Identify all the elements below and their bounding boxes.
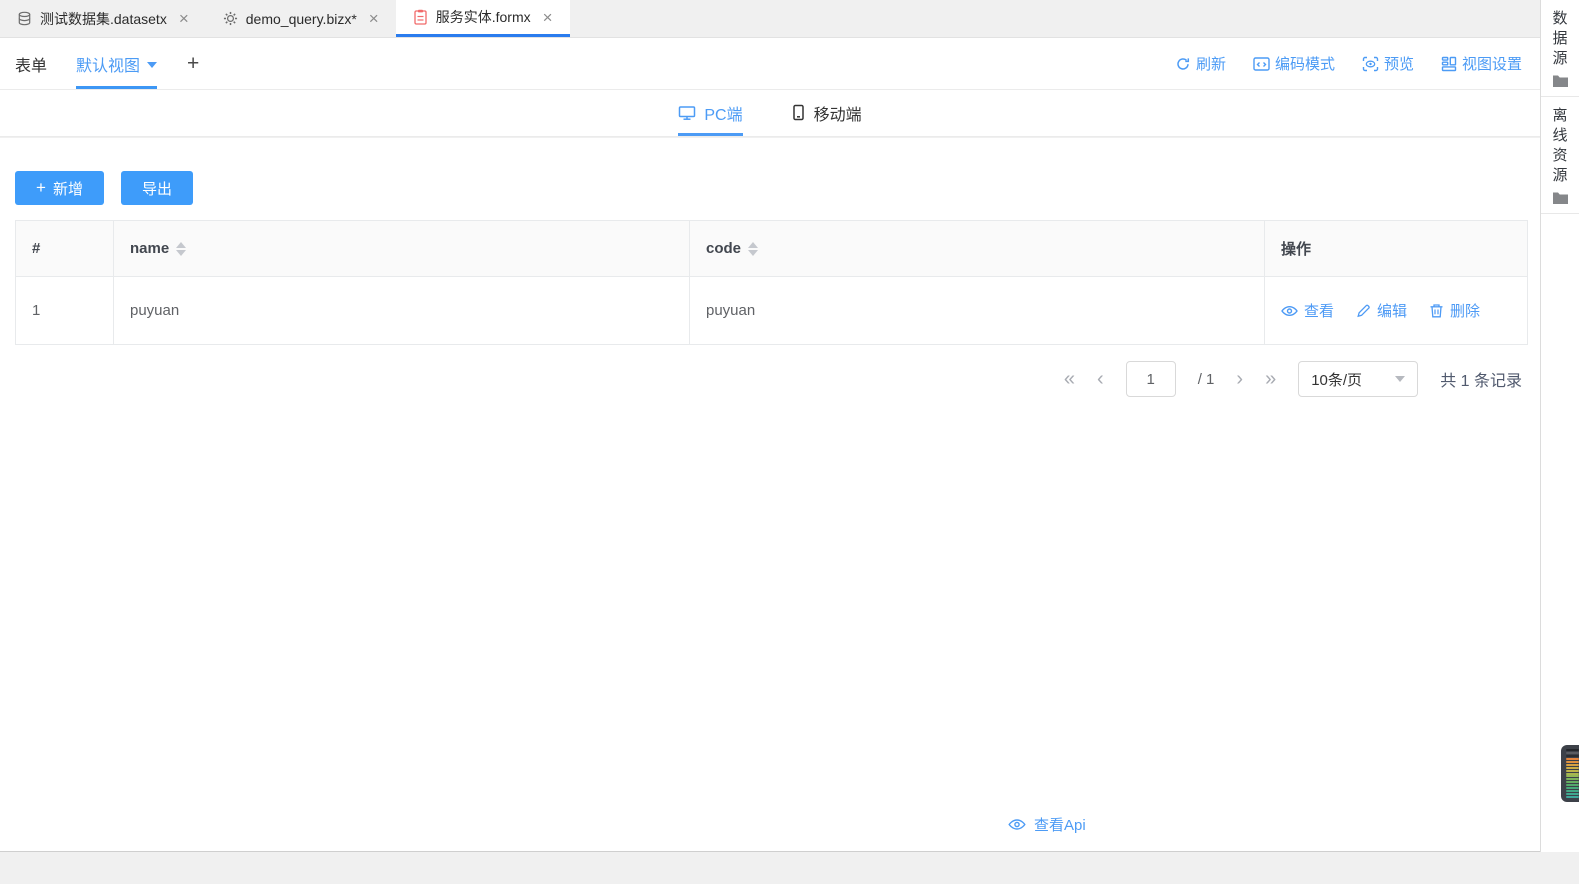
offline-resources-label: 离线资源 bbox=[1552, 106, 1569, 186]
view-row-link[interactable]: 查看 bbox=[1281, 300, 1334, 321]
close-icon[interactable]: × bbox=[369, 10, 379, 27]
tab-form-file[interactable]: 服务实体.formx × bbox=[396, 0, 570, 37]
column-header-name-label: name bbox=[130, 240, 169, 257]
refresh-button[interactable]: 刷新 bbox=[1175, 53, 1226, 74]
export-button-label: 导出 bbox=[142, 178, 172, 199]
form-icon bbox=[413, 9, 428, 25]
tab-label: 服务实体.formx bbox=[436, 7, 531, 27]
device-tab-bar: PC端 移动端 bbox=[0, 90, 1540, 137]
eye-icon bbox=[1281, 304, 1298, 318]
view-api-link[interactable]: 查看Api bbox=[1008, 814, 1086, 835]
file-tab-bar: 测试数据集.datasetx × demo_query.bizx* × 服务实体… bbox=[0, 0, 1540, 38]
form-mode-label: 表单 bbox=[15, 38, 47, 89]
last-page-button[interactable]: » bbox=[1265, 369, 1276, 389]
view-settings-label: 视图设置 bbox=[1462, 53, 1522, 74]
preview-icon bbox=[1362, 56, 1379, 72]
eye-icon bbox=[1008, 817, 1026, 832]
close-icon[interactable]: × bbox=[543, 9, 553, 26]
datasource-label: 数据源 bbox=[1552, 9, 1569, 69]
cell-name: puyuan bbox=[114, 277, 690, 345]
folder-icon bbox=[1552, 186, 1569, 205]
cell-code: puyuan bbox=[690, 277, 1265, 345]
edit-row-link[interactable]: 编辑 bbox=[1356, 300, 1407, 321]
trash-icon bbox=[1429, 303, 1444, 319]
prev-page-button[interactable]: ‹ bbox=[1097, 369, 1104, 389]
database-icon bbox=[17, 11, 32, 26]
view-api-label: 查看Api bbox=[1034, 814, 1086, 835]
sidebar-item-datasource[interactable]: 数据源 bbox=[1541, 0, 1579, 97]
add-button-label: 新增 bbox=[53, 178, 83, 199]
sort-icon bbox=[748, 242, 758, 256]
edit-row-label: 编辑 bbox=[1377, 300, 1407, 321]
chevron-down-icon bbox=[1395, 376, 1405, 382]
tab-dataset-file[interactable]: 测试数据集.datasetx × bbox=[0, 0, 206, 37]
editor-main: 测试数据集.datasetx × demo_query.bizx* × 服务实体… bbox=[0, 0, 1540, 884]
table-row: 1 puyuan puyuan 查看 bbox=[16, 277, 1528, 345]
minimap-scroll-widget[interactable] bbox=[1561, 745, 1579, 802]
add-view-button[interactable]: + bbox=[187, 38, 199, 89]
data-table: # name code 操作 bbox=[15, 220, 1528, 345]
column-header-code-label: code bbox=[706, 240, 741, 257]
view-settings-button[interactable]: 视图设置 bbox=[1441, 53, 1522, 74]
column-header-index: # bbox=[16, 221, 114, 277]
folder-icon bbox=[1552, 69, 1569, 88]
page-number-input[interactable] bbox=[1126, 361, 1176, 397]
view-settings-icon bbox=[1441, 56, 1457, 72]
right-sidebar: 数据源 离线资源 bbox=[1540, 0, 1579, 852]
table-action-buttons: + 新增 导出 bbox=[0, 138, 1540, 205]
first-page-button[interactable]: « bbox=[1064, 369, 1075, 389]
table-header-row: # name code 操作 bbox=[16, 221, 1528, 277]
tab-mobile-label: 移动端 bbox=[814, 101, 862, 125]
tab-query-file[interactable]: demo_query.bizx* × bbox=[206, 0, 396, 37]
page-size-select[interactable]: 10条/页 bbox=[1298, 361, 1418, 397]
delete-row-label: 删除 bbox=[1450, 300, 1480, 321]
total-pages-label: / 1 bbox=[1198, 371, 1215, 388]
record-count-label: 共 1 条记录 bbox=[1440, 367, 1522, 391]
edit-icon bbox=[1356, 303, 1371, 318]
gear-icon bbox=[223, 11, 238, 26]
code-mode-button[interactable]: 编码模式 bbox=[1253, 53, 1335, 74]
column-header-code[interactable]: code bbox=[690, 221, 1265, 277]
tab-pc-label: PC端 bbox=[704, 101, 742, 125]
tab-pc[interactable]: PC端 bbox=[678, 90, 742, 136]
page-size-value: 10条/页 bbox=[1311, 369, 1362, 390]
tab-label: 测试数据集.datasetx bbox=[40, 9, 167, 29]
tab-mobile[interactable]: 移动端 bbox=[791, 90, 862, 136]
view-row-label: 查看 bbox=[1304, 300, 1334, 321]
preview-button[interactable]: 预览 bbox=[1362, 53, 1414, 74]
refresh-label: 刷新 bbox=[1196, 53, 1226, 74]
app-window: { "window": { "tabs": [ { "label": "测试数据… bbox=[0, 0, 1579, 884]
form-preview-canvas: + 新增 导出 # name bbox=[0, 138, 1540, 852]
column-header-operations: 操作 bbox=[1265, 221, 1528, 277]
plus-icon: + bbox=[36, 178, 46, 198]
add-button[interactable]: + 新增 bbox=[15, 171, 104, 205]
toolbar-actions: 刷新 编码模式 预览 视图设置 bbox=[1175, 38, 1522, 89]
preview-label: 预览 bbox=[1384, 53, 1414, 74]
cell-operations: 查看 编辑 bbox=[1265, 277, 1528, 345]
close-icon[interactable]: × bbox=[179, 10, 189, 27]
view-selector-label: 默认视图 bbox=[76, 52, 140, 76]
sidebar-item-offline-resources[interactable]: 离线资源 bbox=[1541, 97, 1579, 214]
monitor-icon bbox=[678, 105, 696, 121]
refresh-icon bbox=[1175, 56, 1191, 72]
pagination: « ‹ / 1 › » 10条/页 共 1 条记录 bbox=[0, 361, 1522, 397]
column-header-name[interactable]: name bbox=[114, 221, 690, 277]
chevron-down-icon bbox=[147, 62, 157, 68]
export-button[interactable]: 导出 bbox=[121, 171, 193, 205]
next-page-button[interactable]: › bbox=[1236, 369, 1243, 389]
delete-row-link[interactable]: 删除 bbox=[1429, 300, 1480, 321]
phone-icon bbox=[791, 104, 806, 121]
view-selector[interactable]: 默认视图 bbox=[76, 38, 157, 89]
cell-index: 1 bbox=[16, 277, 114, 345]
toolbar-spacer bbox=[199, 38, 1175, 89]
tab-label: demo_query.bizx* bbox=[246, 11, 357, 27]
sort-icon bbox=[176, 242, 186, 256]
form-toolbar: 表单 默认视图 + 刷新 编码模式 bbox=[0, 38, 1540, 90]
code-mode-label: 编码模式 bbox=[1275, 53, 1335, 74]
code-mode-icon bbox=[1253, 56, 1270, 72]
